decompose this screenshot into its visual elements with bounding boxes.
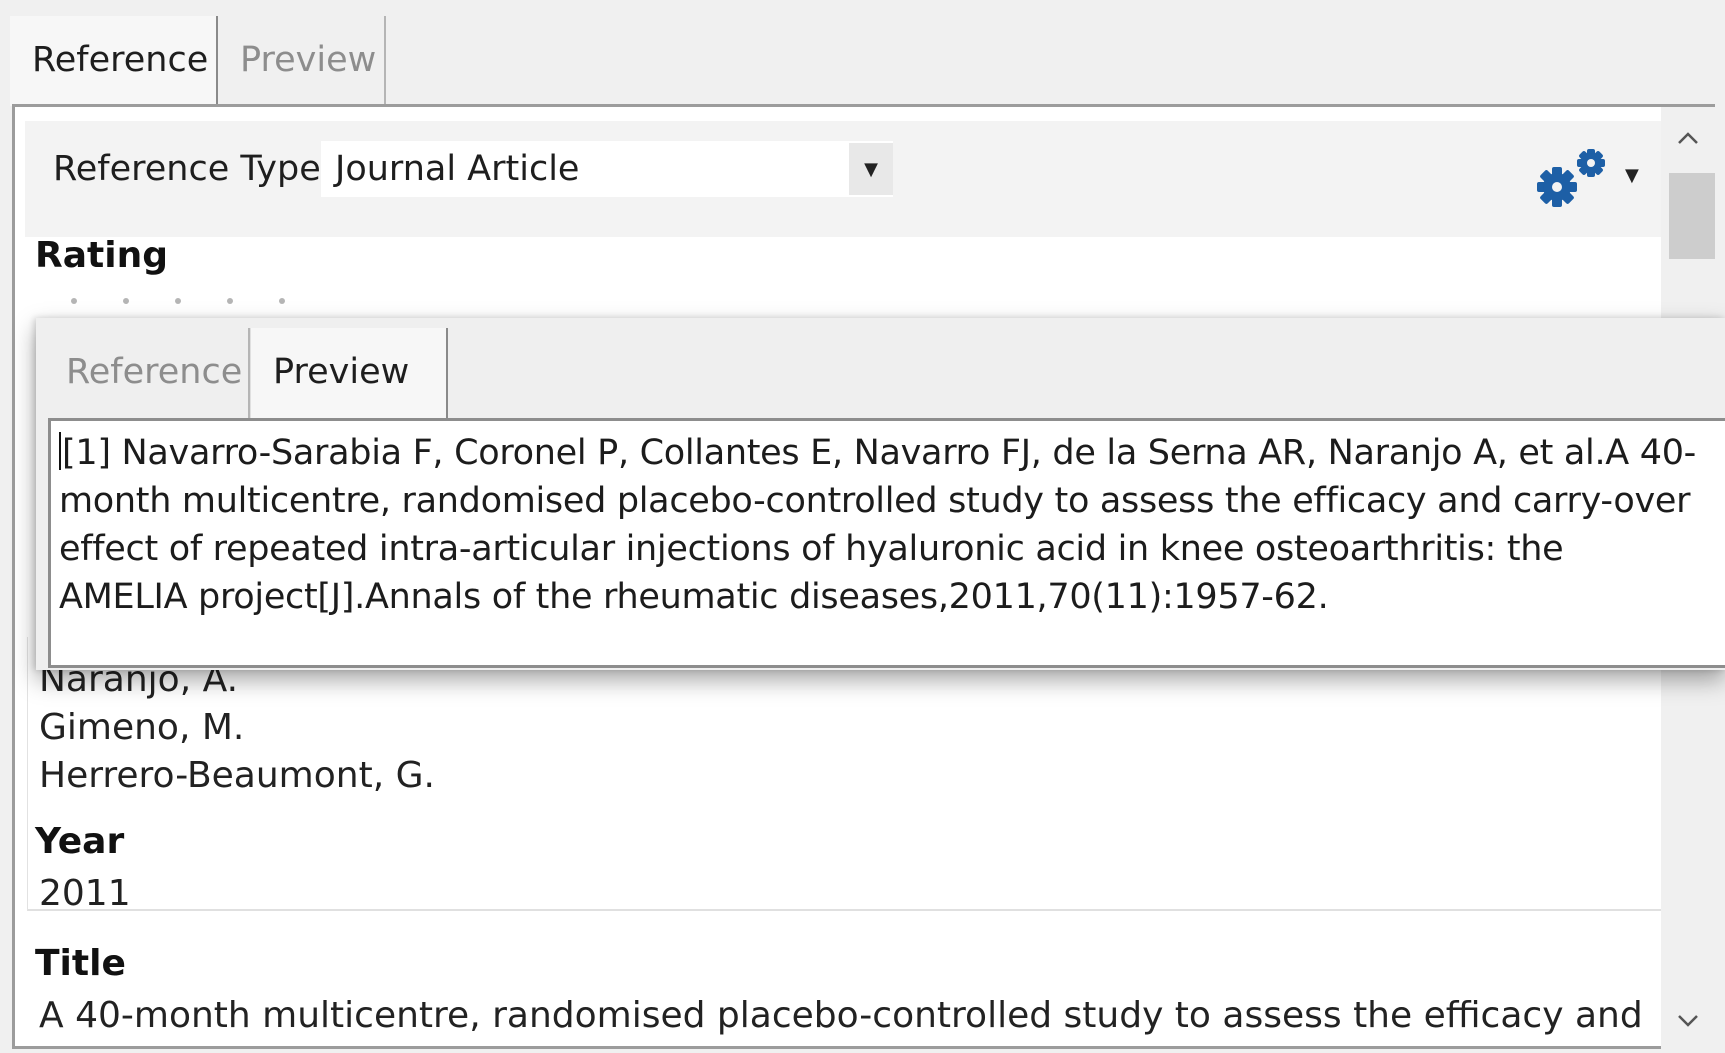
tab-reference[interactable]: Reference (38, 328, 250, 418)
title-value[interactable]: A 40-month multicentre, randomised place… (39, 995, 1643, 1036)
rating-star[interactable] (175, 298, 181, 304)
reference-type-value: Journal Article (335, 149, 580, 189)
rating-star[interactable] (227, 298, 233, 304)
year-label: Year (35, 821, 125, 862)
tab-preview[interactable]: Preview (218, 16, 386, 106)
reference-type-label: Reference Type: (53, 149, 333, 189)
citation-text[interactable]: [1] Navarro-Sarabia F, Coronel P, Collan… (59, 429, 1699, 621)
tab-reference[interactable]: Reference (10, 16, 218, 106)
chevron-down-icon[interactable] (1661, 996, 1715, 1046)
rating-label: Rating (35, 235, 168, 276)
rating-star[interactable] (279, 298, 285, 304)
reference-type-select[interactable]: Journal Article ▼ (321, 141, 893, 197)
citation-content: [1] Navarro-Sarabia F, Coronel P, Collan… (59, 433, 1697, 617)
tab-bar: Reference Preview (0, 0, 1725, 106)
chevron-up-icon[interactable] (1661, 113, 1715, 163)
tab-preview[interactable]: Preview (250, 328, 448, 418)
chevron-down-icon[interactable]: ▼ (849, 143, 893, 195)
chevron-down-icon[interactable]: ▼ (1625, 165, 1639, 186)
year-value[interactable]: 2011 (39, 873, 131, 914)
rating-star[interactable] (123, 298, 129, 304)
scrollbar-thumb[interactable] (1669, 173, 1715, 259)
rating-star[interactable] (71, 298, 77, 304)
rating-stars[interactable] (71, 289, 331, 308)
reference-type-row: Reference Type: Journal Article ▼ ▼ (25, 121, 1677, 237)
author-item: Gimeno, M. (39, 707, 245, 748)
preview-popup: Reference Preview [1] Navarro-Sarabia F,… (36, 318, 1725, 670)
author-item: Herrero-Beaumont, G. (39, 755, 435, 796)
preview-content: [1] Navarro-Sarabia F, Coronel P, Collan… (48, 418, 1725, 668)
title-label: Title (35, 943, 126, 984)
text-cursor (59, 432, 61, 470)
